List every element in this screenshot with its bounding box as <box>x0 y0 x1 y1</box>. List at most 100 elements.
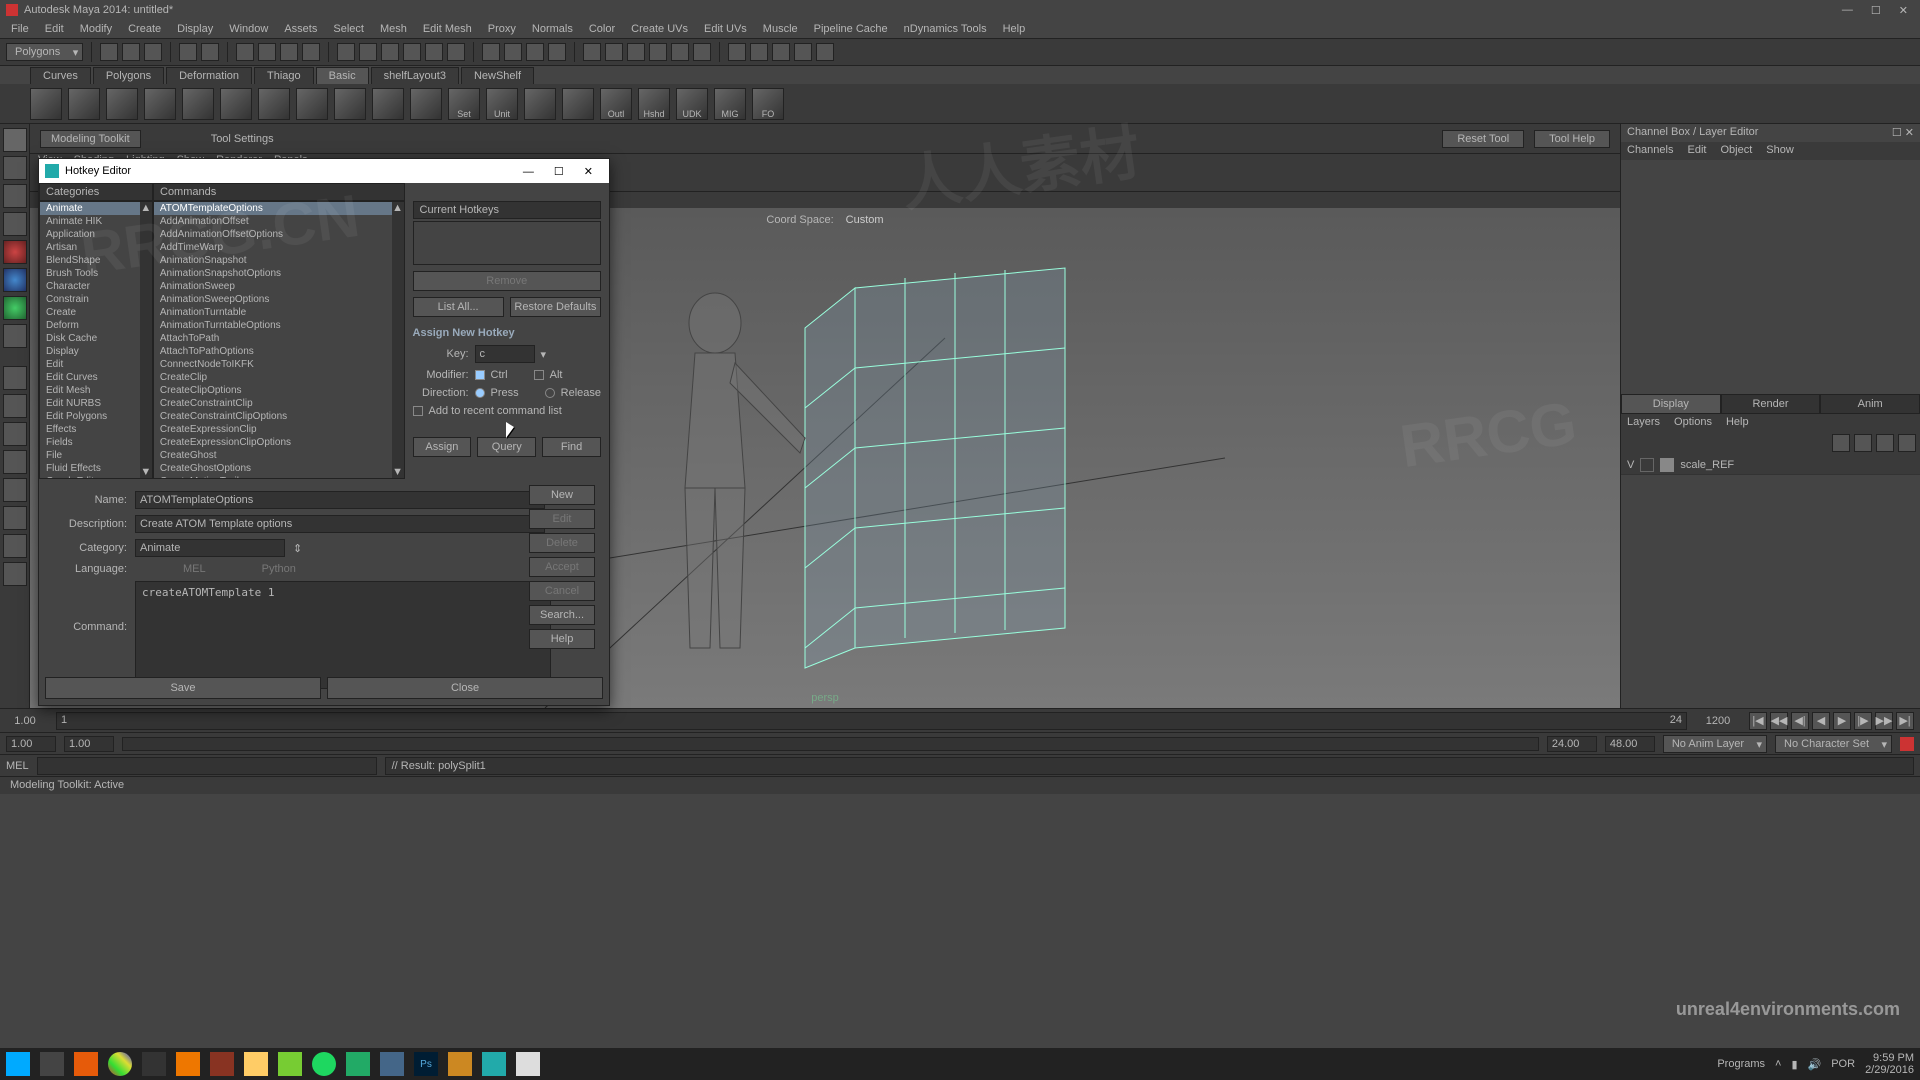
anim-layer-dropdown[interactable]: No Anim Layer <box>1663 735 1767 753</box>
shelf-tab-shelflayout3[interactable]: shelfLayout3 <box>371 67 459 84</box>
layout-two-h[interactable] <box>3 422 27 446</box>
app-icon-4[interactable] <box>448 1052 472 1076</box>
tb-render4[interactable] <box>548 43 566 61</box>
reset-tool-button[interactable]: Reset Tool <box>1442 130 1524 148</box>
command-item[interactable]: AnimationSnapshotOptions <box>154 267 404 280</box>
play-end-icon[interactable]: ▶| <box>1896 712 1914 730</box>
layer-btn-2[interactable] <box>1854 434 1872 452</box>
tb-c2[interactable] <box>605 43 623 61</box>
categories-scrollbar[interactable]: ▲▼ <box>140 202 152 478</box>
menu-ndynamics-tools[interactable]: nDynamics Tools <box>897 21 994 37</box>
category-item[interactable]: Fluid Effects <box>40 462 152 475</box>
category-item[interactable]: Constrain <box>40 293 152 306</box>
commands-scrollbar[interactable]: ▲▼ <box>392 202 404 478</box>
tray-vol-icon[interactable]: 🔊 <box>1808 1058 1822 1071</box>
tb-snap4[interactable] <box>403 43 421 61</box>
range-start2[interactable]: 1.00 <box>64 736 114 752</box>
command-item[interactable]: ConnectNodeToIKFK <box>154 358 404 371</box>
window-maximize[interactable]: ☐ <box>1871 4 1881 17</box>
category-item[interactable]: Effects <box>40 423 152 436</box>
menu-edit-mesh[interactable]: Edit Mesh <box>416 21 479 37</box>
help-button[interactable]: Help <box>529 629 595 649</box>
taskview-icon[interactable] <box>40 1052 64 1076</box>
category-item[interactable]: Edit <box>40 358 152 371</box>
tb-d1[interactable] <box>728 43 746 61</box>
time-slider[interactable]: 1.00 1 24 1200 |◀ ◀◀ ◀| ◀ ▶ |▶ ▶▶ ▶| <box>0 708 1920 732</box>
play-stepback-icon[interactable]: ◀◀ <box>1770 712 1788 730</box>
menu-window[interactable]: Window <box>222 21 275 37</box>
category-item[interactable]: Edit Polygons <box>40 410 152 423</box>
command-item[interactable]: AnimationSweep <box>154 280 404 293</box>
tb-d5[interactable] <box>816 43 834 61</box>
tb-render2[interactable] <box>504 43 522 61</box>
restore-defaults-button[interactable]: Restore Defaults <box>510 297 601 317</box>
layer-row[interactable]: V scale_REF <box>1621 456 1920 475</box>
paint-tool[interactable] <box>3 184 27 208</box>
autokey-toggle[interactable] <box>1900 737 1914 751</box>
layer-btn-3[interactable] <box>1876 434 1894 452</box>
range-start[interactable]: 1.00 <box>6 736 56 752</box>
menu-pipeline-cache[interactable]: Pipeline Cache <box>807 21 895 37</box>
tb-sel3[interactable] <box>280 43 298 61</box>
chrome-icon[interactable] <box>108 1052 132 1076</box>
tb-render3[interactable] <box>526 43 544 61</box>
accept-button[interactable]: Accept <box>529 557 595 577</box>
tray-date[interactable]: 2/29/2016 <box>1865 1064 1914 1076</box>
window-close[interactable]: ✕ <box>1899 4 1908 17</box>
category-item[interactable]: File <box>40 449 152 462</box>
universal-tool[interactable] <box>3 296 27 320</box>
app-icon-1[interactable] <box>210 1052 234 1076</box>
list-all-button[interactable]: List All... <box>413 297 504 317</box>
maya-taskbar-icon[interactable] <box>482 1052 506 1076</box>
command-input[interactable] <box>37 757 377 775</box>
start-button[interactable] <box>6 1052 30 1076</box>
menu-proxy[interactable]: Proxy <box>481 21 523 37</box>
command-item[interactable]: AnimationTurntable <box>154 306 404 319</box>
tb-snap2[interactable] <box>359 43 377 61</box>
shelf-tab-curves[interactable]: Curves <box>30 67 91 84</box>
soft-tool[interactable] <box>3 324 27 348</box>
delete-button[interactable]: Delete <box>529 533 595 553</box>
menu-muscle[interactable]: Muscle <box>756 21 805 37</box>
lasso-tool[interactable] <box>3 156 27 180</box>
category-item[interactable]: Edit Mesh <box>40 384 152 397</box>
command-item[interactable]: AddTimeWarp <box>154 241 404 254</box>
edit-button[interactable]: Edit <box>529 509 595 529</box>
tb-c3[interactable] <box>627 43 645 61</box>
shelf-button-0[interactable] <box>30 88 62 120</box>
layout-three[interactable] <box>3 478 27 502</box>
mode-dropdown[interactable]: Polygons <box>6 43 83 61</box>
shelf-tab-thiago[interactable]: Thiago <box>254 67 314 84</box>
shelf-button-3[interactable] <box>144 88 176 120</box>
shelf-button-17[interactable]: UDK <box>676 88 708 120</box>
tb-snap5[interactable] <box>425 43 443 61</box>
category-item[interactable]: BlendShape <box>40 254 152 267</box>
layout-two-v[interactable] <box>3 450 27 474</box>
desc-field[interactable]: Create ATOM Template options <box>135 515 545 533</box>
tool-help-button[interactable]: Tool Help <box>1534 130 1610 148</box>
play-start-icon[interactable]: |◀ <box>1749 712 1767 730</box>
release-radio[interactable] <box>545 388 555 398</box>
layer-tab-display[interactable]: Display <box>1621 394 1721 414</box>
menu-display[interactable]: Display <box>170 21 220 37</box>
command-item[interactable]: AnimationSnapshot <box>154 254 404 267</box>
menu-color[interactable]: Color <box>582 21 622 37</box>
dialog-titlebar[interactable]: Hotkey Editor —☐✕ <box>39 159 609 183</box>
shelf-button-16[interactable]: Hshd <box>638 88 670 120</box>
play-fwd-icon[interactable]: ▶ <box>1833 712 1851 730</box>
ctrl-checkbox[interactable] <box>475 370 485 380</box>
shelf-button-2[interactable] <box>106 88 138 120</box>
shelf-button-1[interactable] <box>68 88 100 120</box>
vlc-icon[interactable] <box>176 1052 200 1076</box>
character-set-dropdown[interactable]: No Character Set <box>1775 735 1892 753</box>
tb-new[interactable] <box>100 43 118 61</box>
app-icon-2[interactable] <box>278 1052 302 1076</box>
tb-sel2[interactable] <box>258 43 276 61</box>
command-item[interactable]: CreateExpressionClipOptions <box>154 436 404 449</box>
tb-redo[interactable] <box>201 43 219 61</box>
command-item[interactable]: CreateConstraintClipOptions <box>154 410 404 423</box>
press-radio[interactable] <box>475 388 485 398</box>
rotate-tool[interactable] <box>3 240 27 264</box>
category-field[interactable]: Animate <box>135 539 285 557</box>
layer-vis[interactable]: V <box>1627 459 1634 471</box>
